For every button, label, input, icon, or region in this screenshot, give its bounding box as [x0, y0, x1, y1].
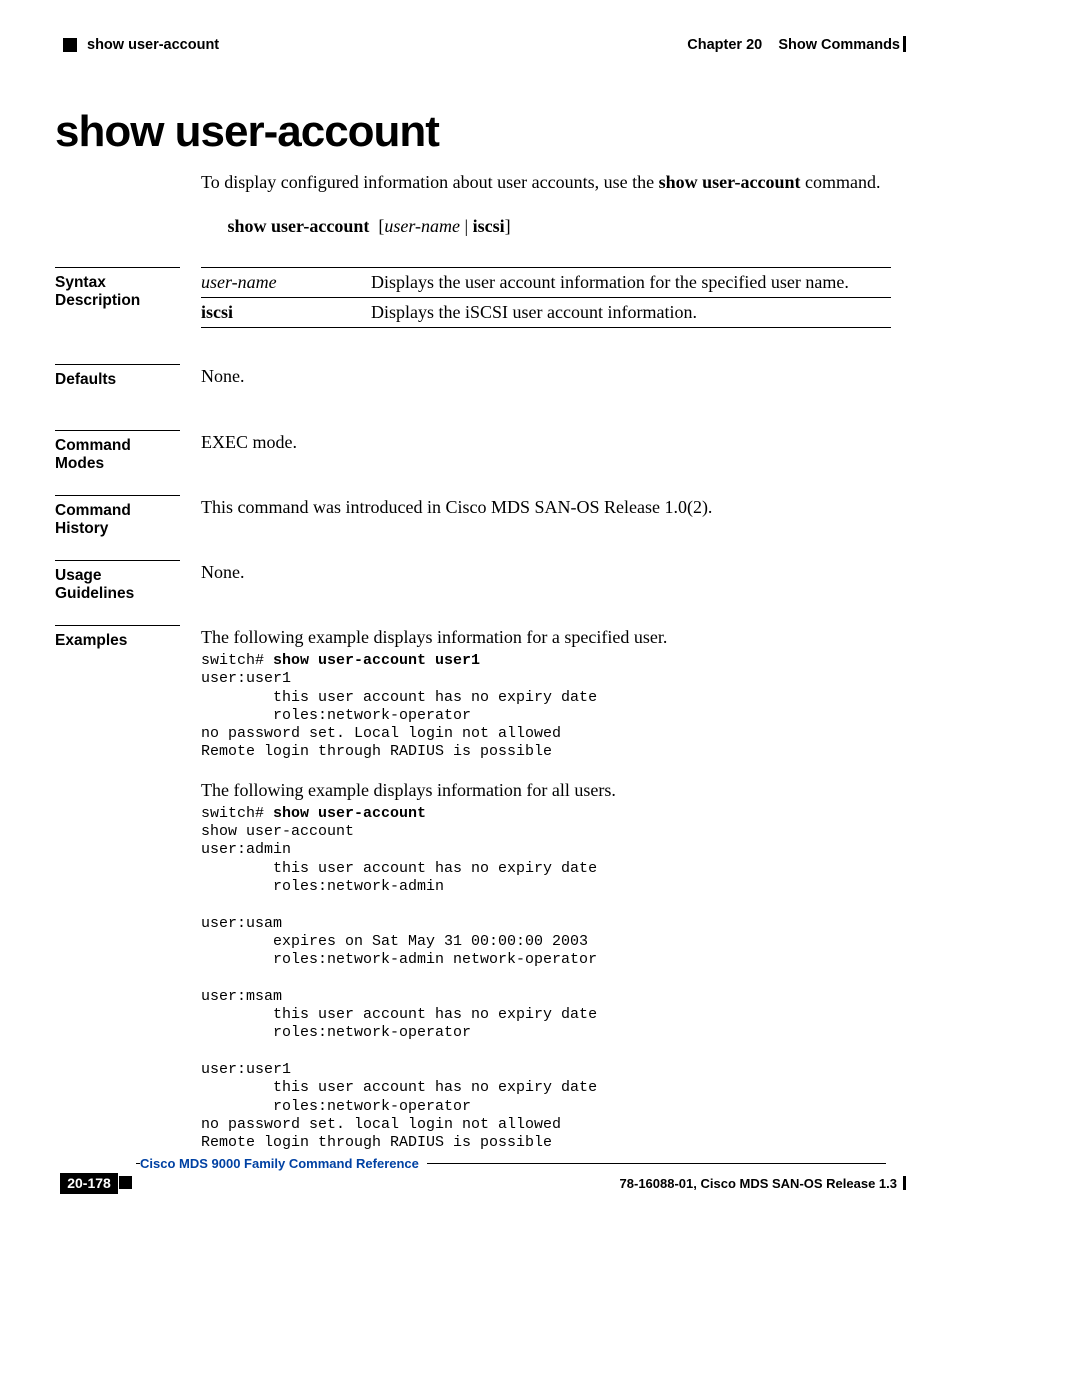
footer-rule-mark-icon	[903, 1176, 906, 1190]
defaults-value: None.	[201, 366, 891, 387]
footer-page-number: 20-178	[60, 1173, 118, 1194]
header-rule-icon	[903, 36, 906, 52]
section-label-syntax: Syntax Description	[55, 267, 180, 310]
command-history-value: This command was introduced in Cisco MDS…	[201, 497, 891, 518]
syntax-description-table: user-name Displays the user account info…	[201, 267, 891, 328]
command-synopsis: show user-account [user-name | iscsi]	[201, 215, 891, 238]
table-row: iscsi Displays the iSCSI user account in…	[201, 298, 891, 328]
section-label-usage: Usage Guidelines	[55, 560, 180, 603]
usage-guidelines-value: None.	[201, 562, 891, 583]
example-lead-1: The following example displays informati…	[201, 627, 891, 648]
footer-square-icon	[119, 1176, 132, 1189]
examples-block: The following example displays informati…	[201, 627, 891, 1152]
example-lead-2: The following example displays informati…	[201, 780, 891, 801]
example-cli-1: switch# show user-account user1 user:use…	[201, 652, 891, 762]
running-head-left: show user-account	[63, 37, 219, 53]
running-head-left-text: show user-account	[87, 37, 219, 53]
footer-book-title: Cisco MDS 9000 Family Command Reference	[140, 1156, 427, 1171]
table-row: user-name Displays the user account info…	[201, 268, 891, 298]
example-cli-2: switch# show user-account show user-acco…	[201, 805, 891, 1153]
intro-paragraph: To display configured information about …	[201, 171, 891, 194]
page-title: show user-account	[55, 107, 439, 157]
command-modes-value: EXEC mode.	[201, 432, 891, 453]
section-label-history: Command History	[55, 495, 180, 538]
section-label-modes: Command Modes	[55, 430, 180, 473]
page: show user-account Chapter 20 Show Comman…	[0, 0, 1080, 1397]
section-label-defaults: Defaults	[55, 364, 180, 389]
running-head-right: Chapter 20 Show Commands	[687, 37, 900, 53]
section-label-examples: Examples	[55, 625, 180, 650]
square-bullet-icon	[63, 38, 77, 52]
footer-doc-id: 78-16088-01, Cisco MDS SAN-OS Release 1.…	[620, 1176, 897, 1191]
